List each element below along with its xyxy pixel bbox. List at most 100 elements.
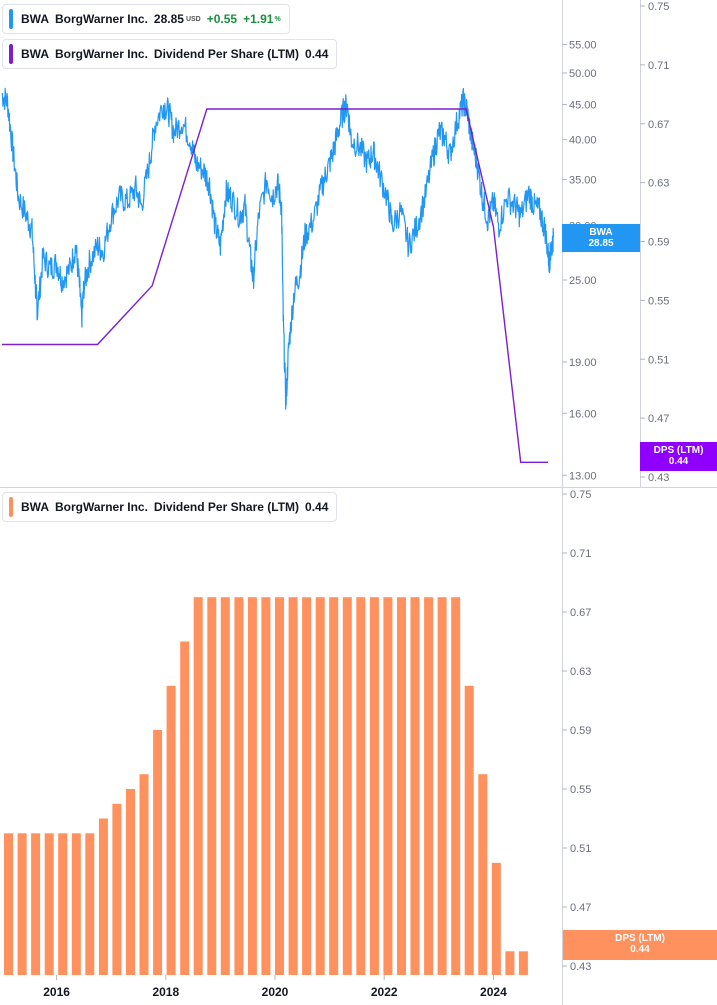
dps-bar bbox=[44, 833, 54, 976]
price-tag-value: 28.85 bbox=[588, 238, 614, 249]
bar-axis-tick-label: 0.51 bbox=[570, 843, 591, 855]
dps-bar bbox=[153, 730, 163, 975]
dps-bar bbox=[505, 951, 515, 976]
dps-line-legend-company: BorgWarner Inc. bbox=[55, 47, 148, 61]
dps-bar bbox=[302, 597, 312, 975]
dps-bar-tag-label: DPS (LTM) bbox=[615, 933, 665, 944]
price-axis-tick-label: 16.00 bbox=[569, 408, 597, 420]
dps-bar bbox=[193, 597, 203, 975]
dps-bar bbox=[261, 597, 271, 975]
price-axis-tick-label: 55.00 bbox=[569, 40, 597, 52]
price-legend[interactable]: BWA BorgWarner Inc. 28.85 USD +0.55 +1.9… bbox=[2, 4, 290, 34]
dps-bar bbox=[139, 774, 149, 975]
price-legend-change: +0.55 bbox=[206, 12, 238, 26]
dps-bar bbox=[424, 597, 434, 975]
dps-bar bbox=[342, 597, 352, 975]
dps-bar bbox=[437, 597, 447, 975]
dps-line-tag: DPS (LTM) 0.44 bbox=[640, 442, 717, 471]
dps-line-legend-swatch bbox=[9, 44, 13, 64]
dps-line-legend-symbol: BWA bbox=[21, 47, 49, 61]
price-tag: BWA 28.85 bbox=[562, 224, 640, 252]
x-axis-tick-label: 2024 bbox=[480, 985, 507, 999]
price-legend-price: 28.85 bbox=[153, 12, 184, 26]
price-axis-tick-label: 19.00 bbox=[569, 357, 597, 369]
dps-bar bbox=[98, 818, 108, 975]
dps-bar bbox=[17, 833, 27, 976]
dps-bar bbox=[247, 597, 257, 975]
dps-bar bbox=[112, 803, 122, 976]
x-axis-tick-label: 2022 bbox=[371, 985, 398, 999]
chart-root: 55.0050.0045.0040.0035.0030.0025.0019.00… bbox=[0, 0, 717, 1005]
price-legend-currency: USD bbox=[185, 15, 201, 23]
dps-axis-tick-label: 0.63 bbox=[648, 178, 669, 190]
dps-bar bbox=[464, 685, 474, 976]
dps-bar bbox=[126, 789, 135, 975]
dps-bar-legend-value: 0.44 bbox=[305, 500, 329, 514]
dps-bar bbox=[397, 597, 406, 975]
dps-line-legend[interactable]: BWA BorgWarner Inc. Dividend Per Share (… bbox=[2, 39, 338, 69]
dps-axis-tick-label: 0.43 bbox=[648, 472, 669, 484]
bar-axis-tick-label: 0.67 bbox=[570, 607, 591, 619]
bar-axis-tick-label: 0.63 bbox=[570, 666, 591, 678]
bar-axis-tick-label: 0.47 bbox=[570, 902, 591, 914]
dps-bar bbox=[491, 862, 501, 976]
dps-bar bbox=[85, 833, 95, 976]
dps-line-legend-metric: Dividend Per Share (LTM) bbox=[153, 47, 300, 61]
dps-bar bbox=[369, 597, 379, 975]
bar-axis-tick-label: 0.43 bbox=[570, 961, 591, 973]
price-tag-label: BWA bbox=[589, 227, 613, 238]
dps-line-tag-value: 0.44 bbox=[668, 456, 689, 467]
dps-bar bbox=[315, 597, 325, 975]
dps-axis-tick-label: 0.75 bbox=[648, 1, 669, 13]
dps-axis-tick-label: 0.71 bbox=[648, 60, 669, 72]
dps-bar-legend-metric: Dividend Per Share (LTM) bbox=[153, 500, 300, 514]
dps-bar-tag-value: 0.44 bbox=[630, 944, 650, 955]
dps-bar bbox=[356, 597, 366, 975]
price-legend-swatch bbox=[9, 9, 13, 29]
bars-layer bbox=[4, 597, 528, 976]
x-axis-tick-label: 2018 bbox=[152, 985, 179, 999]
price-axis-tick-label: 35.00 bbox=[569, 175, 597, 187]
dps-bar bbox=[58, 833, 68, 976]
dps-bar bbox=[207, 597, 217, 975]
dps-bar bbox=[31, 833, 41, 976]
dps-line-tag-label: DPS (LTM) bbox=[653, 445, 704, 456]
price-legend-pct-sign: % bbox=[274, 15, 281, 23]
bar-axis-tick-label: 0.71 bbox=[570, 548, 591, 560]
dps-bar bbox=[329, 597, 339, 975]
dps-bar bbox=[451, 597, 461, 975]
dps-axis-tick-label: 0.59 bbox=[648, 237, 669, 249]
price-axis-tick-label: 50.00 bbox=[569, 68, 597, 80]
dps-axis-tick-label: 0.51 bbox=[648, 354, 669, 366]
dps-bar bbox=[288, 597, 298, 975]
bar-axis-tick-label: 0.59 bbox=[570, 725, 591, 737]
price-legend-change-pct: +1.91 bbox=[243, 12, 274, 26]
price-axis-tick-label: 45.00 bbox=[569, 99, 597, 111]
bar-axis-tick-label: 0.55 bbox=[570, 784, 591, 796]
dps-bar bbox=[71, 833, 81, 976]
dps-line-legend-value: 0.44 bbox=[305, 47, 329, 61]
lines-layer bbox=[1, 87, 555, 463]
dps-bar-legend[interactable]: BWA BorgWarner Inc. Dividend Per Share (… bbox=[2, 492, 338, 522]
price-axis-tick-label: 40.00 bbox=[569, 135, 597, 147]
dps-bar bbox=[220, 597, 230, 975]
dps-bar-legend-symbol: BWA bbox=[21, 500, 49, 514]
dps-bar-legend-company: BorgWarner Inc. bbox=[55, 500, 148, 514]
dps-bar bbox=[383, 597, 393, 975]
price-axis-tick-label: 13.00 bbox=[569, 470, 597, 482]
x-axis-tick-label: 2016 bbox=[43, 985, 70, 999]
x-axis-tick-label: 2020 bbox=[262, 985, 289, 999]
dps-bar bbox=[166, 685, 176, 976]
dps-bar bbox=[234, 597, 244, 975]
price-axis-tick-label: 25.00 bbox=[569, 275, 597, 287]
dps-bar bbox=[410, 597, 420, 975]
dps-bar bbox=[180, 641, 190, 975]
price-legend-company: BorgWarner Inc. bbox=[55, 12, 148, 26]
dps-axis-tick-label: 0.55 bbox=[648, 295, 669, 307]
dps-axis-tick-label: 0.67 bbox=[648, 119, 669, 131]
dps-bar bbox=[478, 774, 488, 975]
price-series-line bbox=[1, 87, 555, 410]
dps-bar-tag: DPS (LTM) 0.44 bbox=[563, 930, 717, 960]
bar-axis-tick-label: 0.75 bbox=[570, 489, 591, 501]
dps-bar bbox=[4, 833, 13, 976]
